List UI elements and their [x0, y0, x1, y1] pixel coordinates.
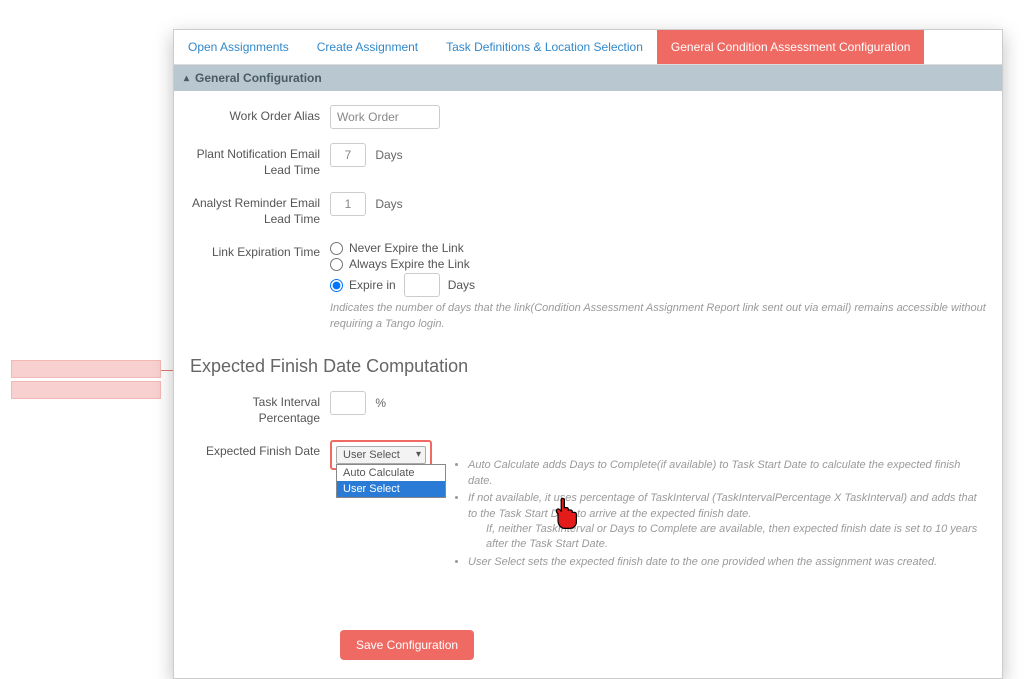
input-analyst-reminder-days[interactable]	[330, 192, 366, 216]
tab-bar: Open Assignments Create Assignment Task …	[174, 30, 1002, 65]
unit-analyst-reminder: Days	[375, 197, 402, 211]
callout-box-1	[11, 360, 161, 378]
row-link-expiration: Link Expiration Time Never Expire the Li…	[190, 241, 986, 332]
option-auto-calculate[interactable]: Auto Calculate	[337, 465, 445, 481]
radio-expire-in[interactable]	[330, 279, 343, 292]
label-link-expiration: Link Expiration Time	[190, 241, 330, 261]
row-plant-notification: Plant Notification Email Lead Time Days	[190, 143, 986, 178]
panel-body: Work Order Alias Plant Notification Emai…	[174, 91, 1002, 678]
radio-never-expire[interactable]	[330, 242, 343, 255]
callout-box-2	[11, 381, 161, 399]
input-work-order-alias[interactable]	[330, 105, 440, 129]
help-link-expiration: Indicates the number of days that the li…	[330, 301, 986, 332]
row-work-order-alias: Work Order Alias	[190, 105, 986, 129]
tab-task-definitions[interactable]: Task Definitions & Location Selection	[432, 30, 657, 64]
label-work-order-alias: Work Order Alias	[190, 105, 330, 125]
row-expected-finish-date: Expected Finish Date User Select Auto Ca…	[190, 440, 986, 572]
select-dropdown-list: Auto Calculate User Select	[336, 464, 446, 498]
config-window: Open Assignments Create Assignment Task …	[173, 29, 1003, 679]
help-bullet-2-text: If not available, it uses percentage of …	[468, 492, 977, 519]
input-plant-notification-days[interactable]	[330, 143, 366, 167]
label-analyst-reminder: Analyst Reminder Email Lead Time	[190, 192, 330, 227]
select-expected-finish-date[interactable]: User Select	[336, 446, 426, 464]
tab-general-condition-assessment-config[interactable]: General Condition Assessment Configurati…	[657, 30, 924, 64]
input-task-interval-pct[interactable]	[330, 391, 366, 415]
radio-label-always: Always Expire the Link	[349, 257, 470, 271]
option-user-select[interactable]: User Select	[337, 481, 445, 497]
tab-open-assignments[interactable]: Open Assignments	[174, 30, 303, 64]
callout-annotation	[11, 360, 161, 402]
label-expected-finish-date: Expected Finish Date	[190, 440, 330, 460]
radio-label-expire-in: Expire in	[349, 278, 396, 292]
unit-expire-in: Days	[448, 278, 475, 292]
select-expected-finish-date-highlight: User Select Auto Calculate User Select	[330, 440, 432, 470]
help-bullet-2: If not available, it uses percentage of …	[468, 491, 986, 553]
tab-create-assignment[interactable]: Create Assignment	[303, 30, 432, 64]
help-bullet-3: User Select sets the expected finish dat…	[468, 555, 986, 570]
label-plant-notification: Plant Notification Email Lead Time	[190, 143, 330, 178]
unit-plant-notification: Days	[375, 148, 402, 162]
radio-label-never: Never Expire the Link	[349, 241, 464, 255]
help-bullet-1: Auto Calculate adds Days to Complete(if …	[468, 458, 986, 489]
row-analyst-reminder: Analyst Reminder Email Lead Time Days	[190, 192, 986, 227]
accordion-general-configuration[interactable]: ▴ General Configuration	[174, 65, 1002, 91]
label-task-interval-pct: Task Interval Percentage	[190, 391, 330, 426]
input-expire-in-days[interactable]	[404, 273, 440, 297]
caret-up-icon: ▴	[184, 73, 189, 84]
row-task-interval-pct: Task Interval Percentage %	[190, 391, 986, 426]
accordion-title: General Configuration	[195, 71, 322, 85]
radio-always-expire[interactable]	[330, 258, 343, 271]
help-bullet-2-sub: If, neither TaskInterval or Days to Comp…	[486, 522, 986, 553]
help-expected-finish-date: Auto Calculate adds Days to Complete(if …	[450, 458, 986, 570]
save-configuration-button[interactable]: Save Configuration	[340, 630, 474, 660]
unit-task-interval-pct: %	[375, 396, 386, 410]
section-expected-finish-date: Expected Finish Date Computation	[190, 356, 986, 377]
